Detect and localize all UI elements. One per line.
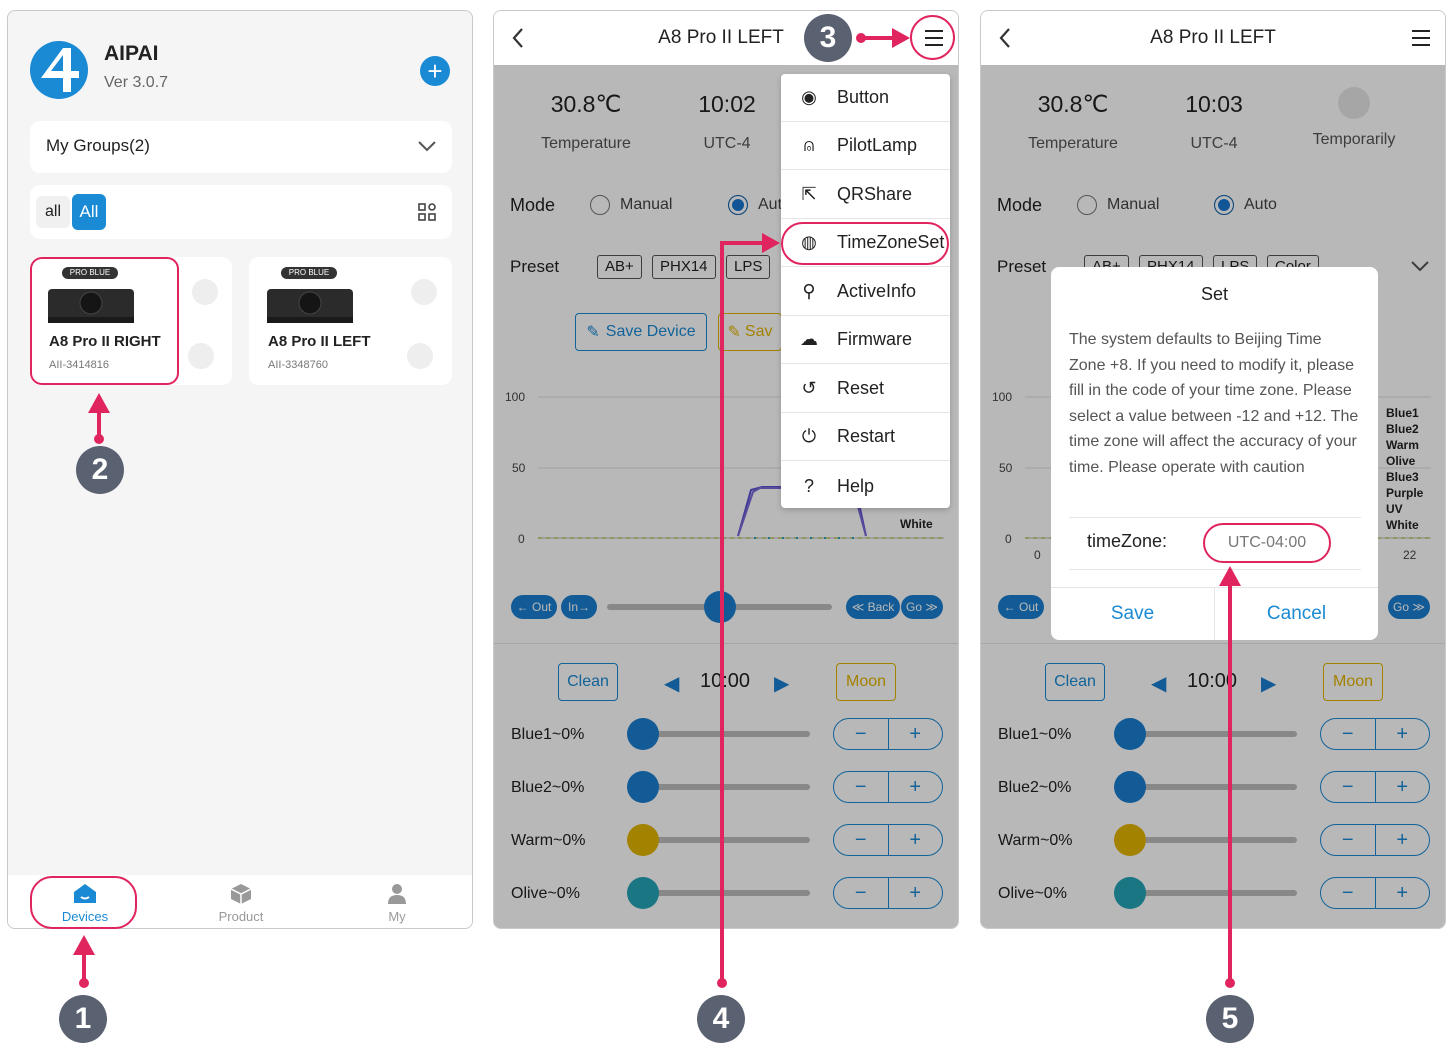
unlink-icon[interactable] — [411, 279, 437, 305]
device-card[interactable]: PRO BLUE A8 Pro II LEFT AII-3348760 — [249, 257, 452, 385]
arrow-step-3 — [892, 28, 910, 48]
highlight-timezoneset — [781, 222, 949, 265]
dialog-title: Set — [1200, 284, 1229, 304]
edit-icon[interactable] — [407, 343, 433, 369]
menu-item-pilotlamp[interactable]: ⍝ PilotLamp — [781, 122, 950, 170]
groups-dropdown[interactable]: My Groups(2) — [30, 121, 452, 173]
device-id: AII-3348760 — [268, 359, 328, 371]
pilot-lamp-icon: ⍝ — [803, 135, 815, 155]
connector-line — [1228, 583, 1232, 983]
filter-all-lower[interactable]: all — [36, 196, 70, 228]
help-icon: ? — [803, 475, 814, 496]
menu-icon[interactable] — [1411, 29, 1431, 47]
cloud-upload-icon: ☁ — [800, 329, 818, 349]
step-2-badge: 2 — [76, 446, 124, 494]
connector-line — [720, 241, 765, 245]
reset-icon: ↺ — [801, 378, 817, 398]
device-detail-screen-dialog: A8 Pro II LEFT 30.8℃ Temperature 10:03 U… — [980, 10, 1446, 929]
menu-item-activeinfo[interactable]: ⚲ ActiveInfo — [781, 268, 950, 316]
dialog-cancel-button[interactable]: Cancel — [1214, 587, 1378, 640]
button-icon: ◉ — [801, 87, 817, 107]
connector-dot — [79, 978, 89, 988]
page-title: A8 Pro II LEFT — [1150, 27, 1276, 48]
connector-dot — [717, 978, 727, 988]
arrow-step-4 — [762, 233, 780, 253]
divider — [1069, 517, 1361, 518]
tab-product[interactable]: Product — [201, 879, 281, 927]
device-name: A8 Pro II LEFT — [268, 333, 371, 350]
chevron-down-icon — [418, 141, 436, 152]
nav-bar: A8 Pro II LEFT — [981, 11, 1445, 65]
step-4-badge: 4 — [697, 995, 745, 1043]
timezone-input[interactable]: UTC-04:00 — [1203, 523, 1331, 563]
highlight-menu-button — [910, 15, 955, 60]
back-icon[interactable] — [512, 28, 524, 48]
app-name: AIPAI — [104, 42, 159, 65]
menu-item-restart[interactable]: ⏻ Restart — [781, 413, 950, 461]
aipai-logo — [30, 41, 88, 99]
menu-item-reset[interactable]: ↺ Reset — [781, 365, 950, 413]
step-3-badge: 3 — [804, 14, 852, 62]
timezone-field-label: timeZone: — [1087, 531, 1168, 551]
page-title: A8 Pro II LEFT — [658, 27, 784, 48]
dialog-save-button[interactable]: Save — [1051, 587, 1214, 640]
cube-icon — [230, 884, 252, 904]
connector-dot — [1225, 978, 1235, 988]
highlight-devices-tab — [30, 876, 137, 929]
filter-all-active[interactable]: All — [72, 194, 106, 230]
connector-line — [862, 36, 894, 40]
back-icon[interactable] — [999, 28, 1011, 48]
dialog-message: The system defaults to Beijing Time Zone… — [1069, 331, 1359, 476]
highlight-device-card — [30, 257, 179, 385]
menu-item-qrshare[interactable]: ⇱ QRShare — [781, 171, 950, 219]
groups-label: My Groups(2) — [46, 136, 150, 155]
unlink-icon[interactable] — [192, 279, 218, 305]
connector-dot — [94, 434, 104, 444]
timezone-dialog: Set The system defaults to Beijing Time … — [1051, 267, 1378, 640]
menu-item-firmware[interactable]: ☁ Firmware — [781, 316, 950, 364]
app-version: Ver 3.0.7 — [104, 74, 169, 91]
device-image — [267, 289, 353, 323]
filter-bar: all All — [30, 185, 452, 239]
user-icon — [388, 884, 406, 904]
step-1-badge: 1 — [59, 995, 107, 1043]
edit-icon[interactable] — [188, 343, 214, 369]
tab-product-label: Product — [218, 909, 264, 924]
menu-item-button[interactable]: ◉ Button — [781, 74, 950, 122]
grid-view-icon[interactable] — [418, 203, 436, 221]
user-search-icon: ⚲ — [802, 281, 816, 301]
connector-line — [720, 241, 724, 983]
menu-item-help[interactable]: ? Help — [781, 462, 950, 510]
step-5-badge: 5 — [1206, 995, 1254, 1043]
device-detail-screen-menu: A8 Pro II LEFT 30.8℃ Temperature 10:02 U… — [493, 10, 959, 929]
divider — [1069, 569, 1361, 570]
share-icon: ⇱ — [801, 184, 817, 204]
tab-my[interactable]: My — [357, 879, 437, 927]
add-device-button[interactable]: + — [420, 56, 450, 86]
options-menu: ◉ Button ⍝ PilotLamp ⇱ QRShare ◍ TimeZoneSet… — [781, 74, 950, 508]
power-icon: ⏻ — [801, 426, 817, 446]
device-tag: PRO BLUE — [281, 267, 337, 279]
tab-my-label: My — [388, 909, 406, 924]
